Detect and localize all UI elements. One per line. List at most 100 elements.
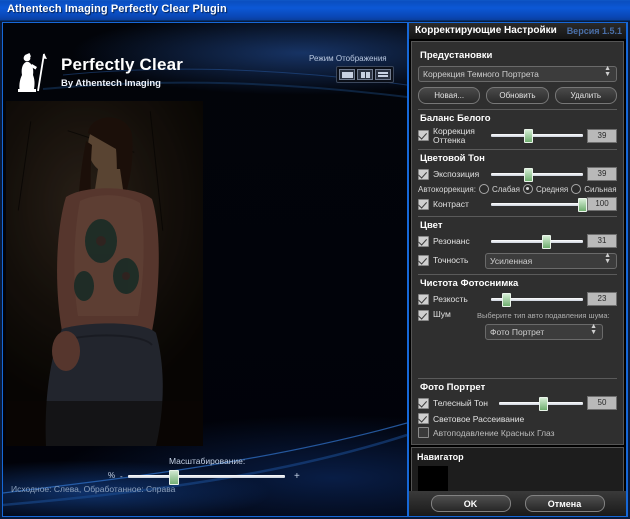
vibrancy-row: Резонанс 31 — [418, 234, 617, 249]
red-eye-label: Автоподавление Красных Глаз — [433, 427, 555, 438]
tint-correction-row: Коррекция Оттенка 39 — [418, 127, 617, 144]
red-eye-checkbox[interactable] — [418, 427, 429, 438]
dialog-actions: OK Отмена — [409, 491, 626, 516]
stacked-pane-icon[interactable] — [375, 69, 391, 80]
tint-correction-checkbox[interactable] — [418, 130, 429, 141]
application-window: Athentech Imaging Perfectly Clear Plugin — [0, 0, 630, 519]
light-diffusion-checkbox[interactable] — [418, 413, 429, 424]
zoom-out-button[interactable]: - — [120, 472, 123, 481]
zoom-label: Масштабирование: — [169, 456, 246, 466]
precision-row: Точность Усиленная ▲ ▼ — [418, 251, 617, 269]
zoom-in-button[interactable]: + — [294, 471, 300, 482]
divider — [418, 378, 617, 379]
skin-tone-row: Телесный Тон 50 — [418, 396, 617, 411]
divider — [418, 109, 617, 110]
photo-portrait-section-title: Фото Портрет — [420, 382, 486, 393]
sharpness-label: Резкость — [433, 294, 468, 304]
autocorrect-radio-medium[interactable] — [523, 184, 534, 194]
sharpness-row: Резкость 23 — [418, 292, 617, 307]
contrast-checkbox[interactable] — [418, 198, 429, 210]
preview-panel: Perfectly Clear By Athentech Imaging Реж… — [3, 23, 407, 516]
skin-tone-slider-thumb[interactable] — [539, 396, 549, 411]
zoom-slider-thumb[interactable] — [169, 470, 179, 485]
red-eye-row: Автоподавление Красных Глаз — [418, 427, 617, 438]
exposure-value[interactable]: 39 — [587, 167, 617, 181]
exposure-row: Экспозиция 39 — [418, 167, 617, 182]
precision-select[interactable]: Усиленная — [485, 253, 617, 269]
single-pane-icon[interactable] — [339, 69, 355, 80]
cancel-button[interactable]: Отмена — [524, 495, 605, 512]
exposure-slider-thumb[interactable] — [524, 167, 534, 182]
zoom-slider-track[interactable] — [128, 470, 285, 485]
tint-slider-track[interactable] — [491, 129, 583, 143]
autocorrect-row: Автокоррекция: Слабая Средняя Сильная — [418, 184, 617, 194]
preview-original-image[interactable] — [6, 101, 203, 446]
noise-checkbox[interactable] — [418, 310, 429, 321]
tint-correction-label-line2: Оттенка — [433, 134, 466, 145]
skin-tone-slider-track[interactable] — [499, 396, 583, 411]
divider — [418, 149, 617, 150]
divider — [418, 274, 617, 275]
preset-select-wrapper[interactable]: Коррекция Темного Портрета ▲ ▼ — [418, 64, 617, 82]
presets-section-title: Предустановки — [420, 50, 493, 61]
brand-header: Perfectly Clear By Athentech Imaging Реж… — [3, 23, 407, 99]
exposure-slider-track[interactable] — [491, 167, 583, 182]
settings-panel: Корректирующие Настройки Версия 1.5.1 Пр… — [409, 23, 626, 516]
divider — [418, 216, 617, 217]
autocorrect-option-strong[interactable]: Сильная — [584, 185, 616, 194]
new-preset-button[interactable]: Новая... — [418, 87, 481, 104]
view-mode-label: Режим Отображения — [309, 54, 387, 63]
window-titlebar: Athentech Imaging Perfectly Clear Plugin — [0, 0, 630, 21]
contrast-slider-track[interactable] — [491, 197, 588, 212]
contrast-row: Контраст 100 — [418, 197, 617, 212]
autocorrect-option-medium[interactable]: Средняя — [536, 185, 568, 194]
contrast-label: Контраст — [433, 199, 469, 209]
tint-slider-thumb[interactable] — [524, 129, 534, 143]
noise-select-wrapper[interactable]: Фото Портрет ▲ ▼ — [485, 322, 603, 340]
noise-type-select[interactable]: Фото Портрет — [485, 324, 603, 340]
preset-actions: Новая... Обновить Удалить — [418, 87, 617, 104]
view-mode-buttons[interactable] — [336, 66, 394, 83]
noise-row: Шум Выберите тип авто подавления шума: Ф… — [418, 309, 617, 340]
precision-select-wrapper[interactable]: Усиленная ▲ ▼ — [485, 251, 617, 269]
autocorrect-label: Автокоррекция: — [418, 184, 476, 194]
white-balance-section-title: Баланс Белого — [420, 113, 491, 124]
version-label: Версия 1.5.1 — [566, 26, 622, 36]
skin-tone-checkbox[interactable] — [418, 397, 429, 409]
settings-body: Предустановки Коррекция Темного Портрета… — [411, 41, 624, 445]
vibrancy-label: Резонанс — [433, 236, 470, 246]
color-tone-section-title: Цветовой Тон — [420, 153, 485, 164]
precision-checkbox[interactable] — [418, 254, 429, 266]
window-title: Athentech Imaging Perfectly Clear Plugin — [7, 3, 227, 15]
sharpness-value[interactable]: 23 — [587, 292, 617, 306]
ok-button[interactable]: OK — [430, 495, 511, 512]
preset-select[interactable]: Коррекция Темного Портрета — [418, 66, 617, 82]
brand-title: Perfectly Clear — [61, 55, 184, 74]
skin-tone-value[interactable]: 50 — [587, 396, 617, 410]
preview-image-area — [6, 101, 404, 446]
navigator-title: Навигатор — [417, 452, 464, 462]
exposure-label: Экспозиция — [433, 169, 480, 179]
noise-hint: Выберите тип авто подавления шума: — [477, 311, 610, 320]
vibrancy-slider-track[interactable] — [491, 234, 583, 249]
update-preset-button[interactable]: Обновить — [486, 87, 549, 104]
delete-preset-button[interactable]: Удалить — [554, 87, 617, 104]
vibrancy-checkbox[interactable] — [418, 235, 429, 247]
autocorrect-option-weak[interactable]: Слабая — [492, 185, 520, 194]
sharpness-slider-track[interactable] — [491, 292, 583, 307]
vibrancy-slider-thumb[interactable] — [541, 234, 551, 249]
contrast-slider-thumb[interactable] — [578, 197, 588, 212]
preview-orientation-note: Исходное: Слева, Обработанное: Справа — [11, 484, 176, 494]
settings-header: Корректирующие Настройки Версия 1.5.1 — [409, 23, 626, 39]
two-pane-icon[interactable] — [357, 69, 373, 80]
sharpness-checkbox[interactable] — [418, 293, 429, 305]
color-section-title: Цвет — [420, 220, 443, 231]
tint-value[interactable]: 39 — [587, 128, 617, 143]
autocorrect-radio-weak[interactable] — [478, 184, 489, 194]
exposure-checkbox[interactable] — [418, 168, 429, 180]
autocorrect-radio-strong[interactable] — [571, 184, 582, 194]
contrast-value[interactable]: 100 — [587, 197, 617, 211]
sharpness-slider-thumb[interactable] — [502, 292, 512, 307]
vibrancy-value[interactable]: 31 — [587, 234, 617, 248]
